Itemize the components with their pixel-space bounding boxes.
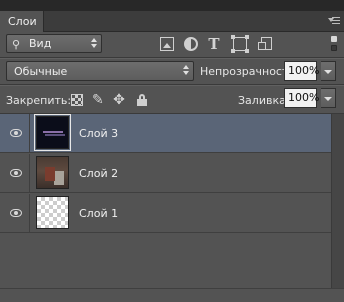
lock-position-icon[interactable]: ✥ <box>113 93 125 107</box>
lock-all-icon[interactable] <box>137 94 147 106</box>
visibility-toggle[interactable] <box>0 154 30 192</box>
filter-kind-select[interactable]: ⚲ Вид <box>6 34 102 53</box>
visibility-toggle[interactable] <box>0 194 30 232</box>
filter-smart-objects-icon[interactable] <box>258 37 272 50</box>
filter-row: ⚲ Вид T <box>0 32 344 58</box>
layer-name[interactable]: Слой 1 <box>79 207 118 220</box>
panel-tab-row: Слои <box>0 11 344 32</box>
panel-bottom-bar <box>0 288 344 302</box>
filter-shape-layers-icon[interactable] <box>231 35 249 53</box>
opacity-dropdown-button[interactable] <box>321 61 336 81</box>
visibility-toggle[interactable] <box>0 114 30 152</box>
layer-row-1[interactable]: Слой 1 <box>0 194 331 233</box>
layer-row-3[interactable]: Слой 3 <box>0 114 331 153</box>
filter-pixel-layers-icon[interactable] <box>160 37 174 51</box>
blend-row: Обычные Непрозрачность: 100% <box>0 59 344 85</box>
layer-name[interactable]: Слой 3 <box>79 127 118 140</box>
panel-titlebar <box>0 0 344 11</box>
blend-mode-label: Обычные <box>14 65 68 78</box>
layer-row-2[interactable]: Слой 2 <box>0 154 331 193</box>
lock-image-pixels-icon[interactable]: ✎ <box>92 93 104 107</box>
layers-scrollbar[interactable] <box>331 114 344 288</box>
filter-adjustment-layers-icon[interactable] <box>184 37 198 51</box>
filter-type-layers-icon[interactable]: T <box>207 37 221 52</box>
eye-icon <box>10 169 22 177</box>
layer-name[interactable]: Слой 2 <box>79 167 118 180</box>
lock-label: Закрепить: <box>6 94 72 107</box>
eye-icon <box>10 129 22 137</box>
up-down-arrows-icon <box>91 38 97 49</box>
fill-label: Заливка: <box>238 94 290 107</box>
eye-icon <box>10 209 22 217</box>
up-down-arrows-icon <box>183 65 189 76</box>
layer-thumbnail <box>36 156 69 189</box>
opacity-field[interactable]: 100% <box>284 61 319 81</box>
filter-kind-label: Вид <box>29 37 52 50</box>
fill-field[interactable]: 100% <box>284 88 319 108</box>
layer-thumbnail <box>36 196 69 229</box>
tab-layers[interactable]: Слои <box>0 11 44 32</box>
lock-transparent-pixels-icon[interactable] <box>71 94 83 106</box>
lock-row: Закрепить: ✎ ✥ Заливка: 100% <box>0 86 344 113</box>
layer-thumbnail <box>34 114 71 151</box>
layers-list: Слой 3 Слой 2 Слой 1 <box>0 114 331 288</box>
fill-dropdown-button[interactable] <box>321 88 336 108</box>
panel-menu-icon[interactable] <box>328 17 340 27</box>
search-icon: ⚲ <box>12 38 21 51</box>
filter-toggle-switch[interactable] <box>331 36 337 52</box>
blend-mode-select[interactable]: Обычные <box>6 61 194 81</box>
